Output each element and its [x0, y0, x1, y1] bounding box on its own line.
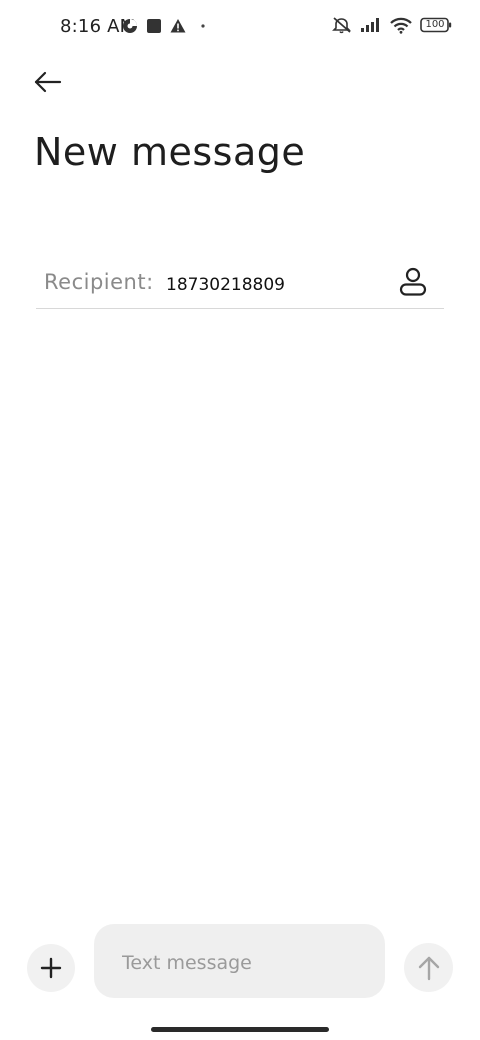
recipient-input[interactable]	[166, 272, 386, 298]
status-bar: 8:16 AM 100	[0, 0, 480, 56]
send-arrow-up-icon	[418, 955, 440, 981]
recipient-label: Recipient:	[44, 270, 154, 294]
message-input[interactable]	[122, 948, 362, 978]
recipient-row: Recipient:	[36, 258, 444, 309]
attach-button[interactable]	[27, 944, 75, 992]
status-notification-icons	[122, 18, 206, 34]
home-indicator[interactable]	[151, 1027, 329, 1032]
mute-vibrate-icon	[332, 16, 352, 34]
status-system-icons: 100	[332, 16, 452, 34]
battery-level-text: 100	[425, 19, 445, 30]
back-button[interactable]	[28, 62, 68, 102]
data-saver-icon	[122, 18, 138, 34]
contact-picker-button[interactable]	[396, 264, 430, 300]
battery-icon: 100	[420, 17, 452, 33]
signal-icon	[360, 17, 382, 33]
square-notification-icon	[146, 18, 162, 34]
contact-person-icon	[399, 267, 427, 297]
warning-icon	[170, 18, 186, 34]
page-title: New message	[34, 130, 306, 174]
message-input-container[interactable]	[94, 924, 385, 998]
plus-icon	[40, 957, 62, 979]
back-arrow-icon	[34, 71, 62, 93]
send-button[interactable]	[404, 943, 453, 992]
dot-icon	[200, 23, 206, 29]
wifi-icon	[390, 17, 412, 34]
new-message-screen: 8:16 AM 100 New message Recipient: 18730…	[0, 0, 480, 1040]
